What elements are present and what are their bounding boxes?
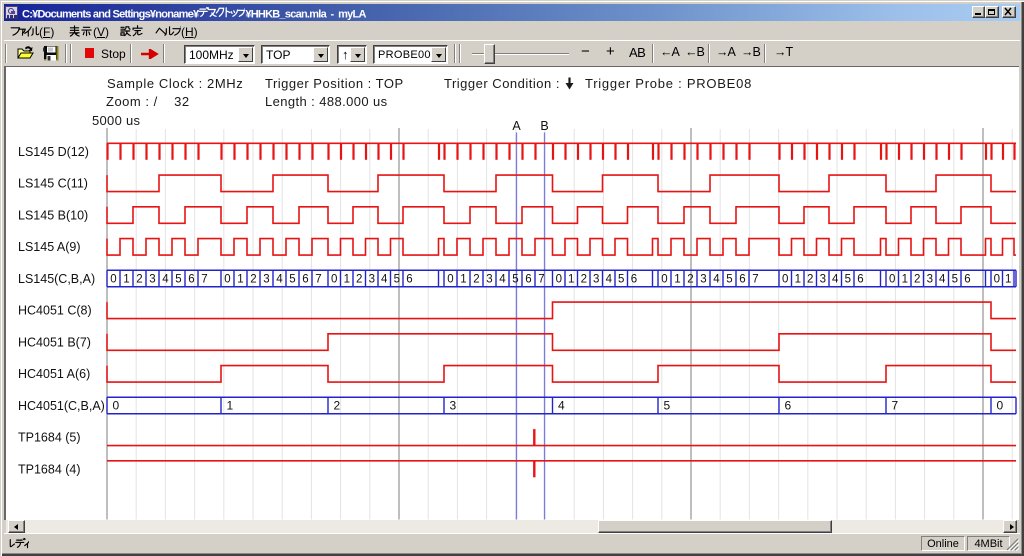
svg-text:6: 6 [857,273,863,285]
svg-text:LS145 B(10): LS145 B(10) [18,208,88,222]
svg-text:7: 7 [892,398,899,412]
svg-text:0: 0 [556,273,562,285]
svg-text:6: 6 [302,273,308,285]
svg-text:7: 7 [752,273,758,285]
svg-text:LS145 C(11): LS145 C(11) [18,177,88,191]
svg-text:1: 1 [344,273,350,285]
svg-text:3: 3 [149,273,155,285]
svg-text:5: 5 [618,273,624,285]
svg-text:B: B [540,119,548,133]
svg-text:4: 4 [276,273,283,285]
svg-text:HC4051 C(8): HC4051 C(8) [18,304,92,318]
svg-text:0: 0 [782,273,788,285]
svg-text:0: 0 [113,398,120,412]
svg-text:7: 7 [538,273,544,285]
svg-text:1: 1 [902,273,908,285]
svg-text:1: 1 [227,398,234,412]
svg-text:3: 3 [593,273,599,285]
svg-text:1: 1 [795,273,801,285]
svg-text:4: 4 [162,273,169,285]
svg-text:5: 5 [664,398,671,412]
svg-text:HC4051(C,B,A): HC4051(C,B,A) [18,399,105,413]
svg-text:6: 6 [631,273,637,285]
svg-text:4: 4 [381,273,388,285]
svg-text:7: 7 [315,273,321,285]
svg-text:2: 2 [334,398,341,412]
svg-text:2: 2 [136,273,142,285]
svg-text:4: 4 [713,273,720,285]
svg-text:A: A [512,119,521,133]
svg-text:3: 3 [369,273,375,285]
svg-text:0: 0 [110,273,116,285]
svg-text:HC4051 A(6): HC4051 A(6) [18,367,90,381]
svg-text:5: 5 [289,273,295,285]
svg-text:5: 5 [175,273,181,285]
svg-text:3: 3 [486,273,492,285]
svg-text:6: 6 [188,273,194,285]
svg-text:0: 0 [997,398,1004,412]
svg-text:1: 1 [568,273,574,285]
svg-text:3: 3 [820,273,826,285]
svg-text:6: 6 [964,273,970,285]
svg-text:2: 2 [250,273,256,285]
svg-text:0: 0 [661,273,667,285]
svg-text:6: 6 [739,273,745,285]
svg-text:0: 0 [889,273,895,285]
svg-text:3: 3 [927,273,933,285]
svg-text:4: 4 [499,273,506,285]
svg-text:2: 2 [581,273,587,285]
svg-text:3: 3 [700,273,706,285]
svg-text:5: 5 [952,273,958,285]
svg-text:3: 3 [450,398,457,412]
svg-text:5: 5 [845,273,851,285]
svg-text:4: 4 [606,273,613,285]
svg-text:5: 5 [512,273,518,285]
svg-text:1: 1 [123,273,129,285]
svg-text:1: 1 [1005,273,1011,285]
svg-text:LS145 D(12): LS145 D(12) [18,145,89,159]
svg-text:7: 7 [201,273,207,285]
svg-text:6: 6 [525,273,531,285]
svg-text:0: 0 [224,273,230,285]
svg-text:0: 0 [994,273,1000,285]
svg-text:2: 2 [473,273,479,285]
svg-text:0: 0 [447,273,453,285]
svg-text:4: 4 [832,273,839,285]
svg-text:TP1684 (5): TP1684 (5) [18,431,81,445]
svg-text:5: 5 [726,273,732,285]
svg-text:5: 5 [394,273,400,285]
svg-text:6: 6 [785,398,792,412]
svg-text:LS145 A(9): LS145 A(9) [18,240,81,254]
svg-text:4: 4 [558,398,565,412]
svg-text:TP1684 (4): TP1684 (4) [18,462,81,476]
svg-text:3: 3 [263,273,269,285]
svg-text:2: 2 [914,273,920,285]
svg-text:LS145(C,B,A): LS145(C,B,A) [18,272,95,286]
svg-text:1: 1 [460,273,466,285]
svg-text:2: 2 [356,273,362,285]
svg-text:2: 2 [687,273,693,285]
svg-text:0: 0 [331,273,337,285]
svg-text:HC4051 B(7): HC4051 B(7) [18,335,91,349]
svg-text:1: 1 [237,273,243,285]
svg-text:2: 2 [807,273,813,285]
svg-text:4: 4 [939,273,946,285]
svg-text:1: 1 [674,273,680,285]
svg-text:6: 6 [406,273,412,285]
